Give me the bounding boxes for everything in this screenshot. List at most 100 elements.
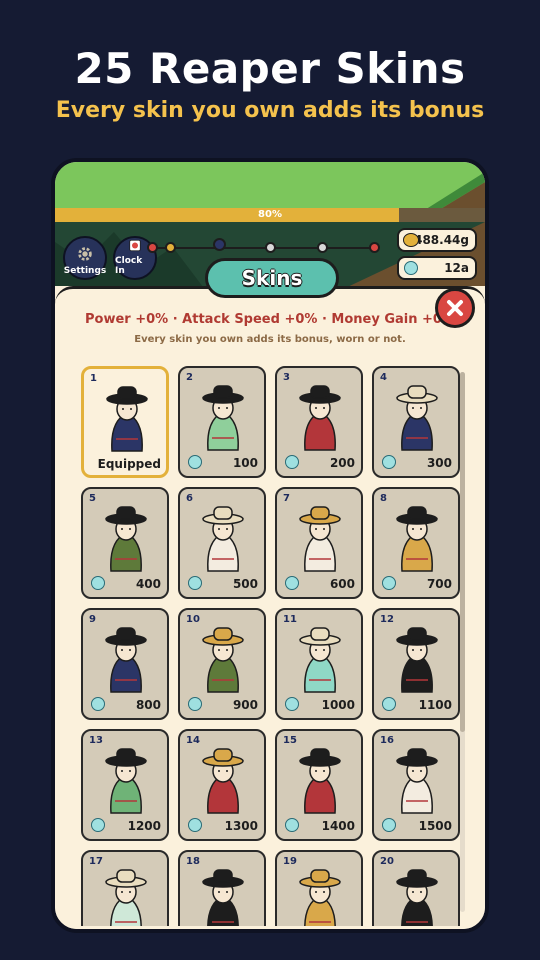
reaper-character-icon [202,627,244,693]
gold-coin-icon [403,233,419,247]
skin-number: 4 [380,372,387,383]
skin-price: 900 [232,698,258,712]
reaper-character-icon [202,506,244,572]
skin-card[interactable]: 17 [81,850,169,926]
subheadline: Every skin you own adds its bonus [55,98,485,123]
skin-price: 300 [426,456,452,470]
reaper-character-icon [299,385,341,451]
reaper-character-icon [105,748,147,814]
gem-icon [188,818,202,832]
reaper-character-icon [299,506,341,572]
stage-track [150,247,375,249]
skin-card[interactable]: 4 300 [372,366,460,478]
reaper-character-icon [202,385,244,451]
skin-card[interactable]: 10 900 [178,608,266,720]
gem-icon [188,576,202,590]
gem-icon [382,818,396,832]
skin-card[interactable]: 15 1400 [275,729,363,841]
skin-card[interactable]: 11 1000 [275,608,363,720]
skin-card[interactable]: 16 1500 [372,729,460,841]
skin-price: 400 [135,577,161,591]
gem-icon [91,697,105,711]
gem-icon [188,455,202,469]
skin-price: 100 [232,456,258,470]
skin-number: 3 [283,372,290,383]
stage-node [147,242,158,253]
gem-icon [382,455,396,469]
gem-icon [382,576,396,590]
reaper-character-icon [105,627,147,693]
skin-price: 500 [232,577,258,591]
skin-card[interactable]: 13 1200 [81,729,169,841]
reaper-character-icon [396,385,438,451]
skin-card[interactable]: 12 1100 [372,608,460,720]
skin-card[interactable]: 5 400 [81,487,169,599]
skin-card[interactable]: 6 500 [178,487,266,599]
gold-value: 488.44g [414,233,469,247]
skin-card[interactable]: 19 [275,850,363,926]
skin-card[interactable]: 3 200 [275,366,363,478]
reaper-character-icon [396,506,438,572]
skin-number: 5 [89,493,96,504]
reaper-character-icon [396,869,438,926]
gear-icon [78,247,92,261]
reaper-character-icon [106,386,148,452]
skin-card[interactable]: 18 [178,850,266,926]
gem-icon [188,697,202,711]
stage-progress-bar: 80% [55,208,485,222]
skin-price: 600 [329,577,355,591]
skin-card[interactable]: 20 [372,850,460,926]
skin-card[interactable]: 7 600 [275,487,363,599]
skin-price: 1000 [321,698,355,712]
skins-panel-title: Skins [205,258,339,298]
gem-icon [91,818,105,832]
headline: 25 Reaper Skins [74,44,466,93]
skin-card[interactable]: 9 800 [81,608,169,720]
clock-in-icon [129,239,141,252]
skin-price: 700 [426,577,452,591]
stage-node [265,242,276,253]
close-icon [447,300,463,316]
reaper-character-icon [299,748,341,814]
reaper-character-icon [396,627,438,693]
skin-number: 6 [186,493,193,504]
gem-icon [91,576,105,590]
skin-price: 1100 [418,698,452,712]
gem-value: 12a [444,261,469,275]
gem-icon [285,697,299,711]
phone-screen: 80% Settings Clock In 488.44g 12a Skins [51,158,489,933]
bonus-stats: Power +0% · Attack Speed +0% · Money Gai… [85,312,455,327]
reaper-character-icon [299,627,341,693]
close-button[interactable] [435,288,475,328]
player-marker-icon [213,238,226,251]
bonus-note: Every skin you own adds its bonus, worn … [134,334,406,345]
skins-grid: 1 Equipped 2 100 3 200 4 300 5 400 6 500 7 600 8 700 9 80… [81,366,467,926]
skin-price: 1300 [224,819,258,833]
gem-icon [404,261,418,275]
skin-price: 1500 [418,819,452,833]
reaper-character-icon [202,869,244,926]
reaper-character-icon [202,748,244,814]
reaper-character-icon [299,869,341,926]
reaper-character-icon [105,506,147,572]
skin-price: 800 [135,698,161,712]
skin-card[interactable]: 1 Equipped [81,366,169,478]
gem-counter: 12a [397,256,477,280]
skin-number: 9 [89,614,96,625]
skin-card[interactable]: 8 700 [372,487,460,599]
clock-in-label: Clock In [115,256,143,276]
skin-number: 8 [380,493,387,504]
skin-price: 1400 [321,819,355,833]
skin-number: 1 [90,373,97,384]
gem-icon [382,697,396,711]
skin-card[interactable]: 14 1300 [178,729,266,841]
stage-node [165,242,176,253]
boss-node [369,242,380,253]
gold-counter: 488.44g [397,228,477,252]
gem-icon [285,455,299,469]
skin-card[interactable]: 2 100 [178,366,266,478]
settings-label: Settings [63,266,107,276]
reaper-character-icon [396,748,438,814]
settings-button[interactable]: Settings [63,236,107,280]
skin-price: 200 [329,456,355,470]
